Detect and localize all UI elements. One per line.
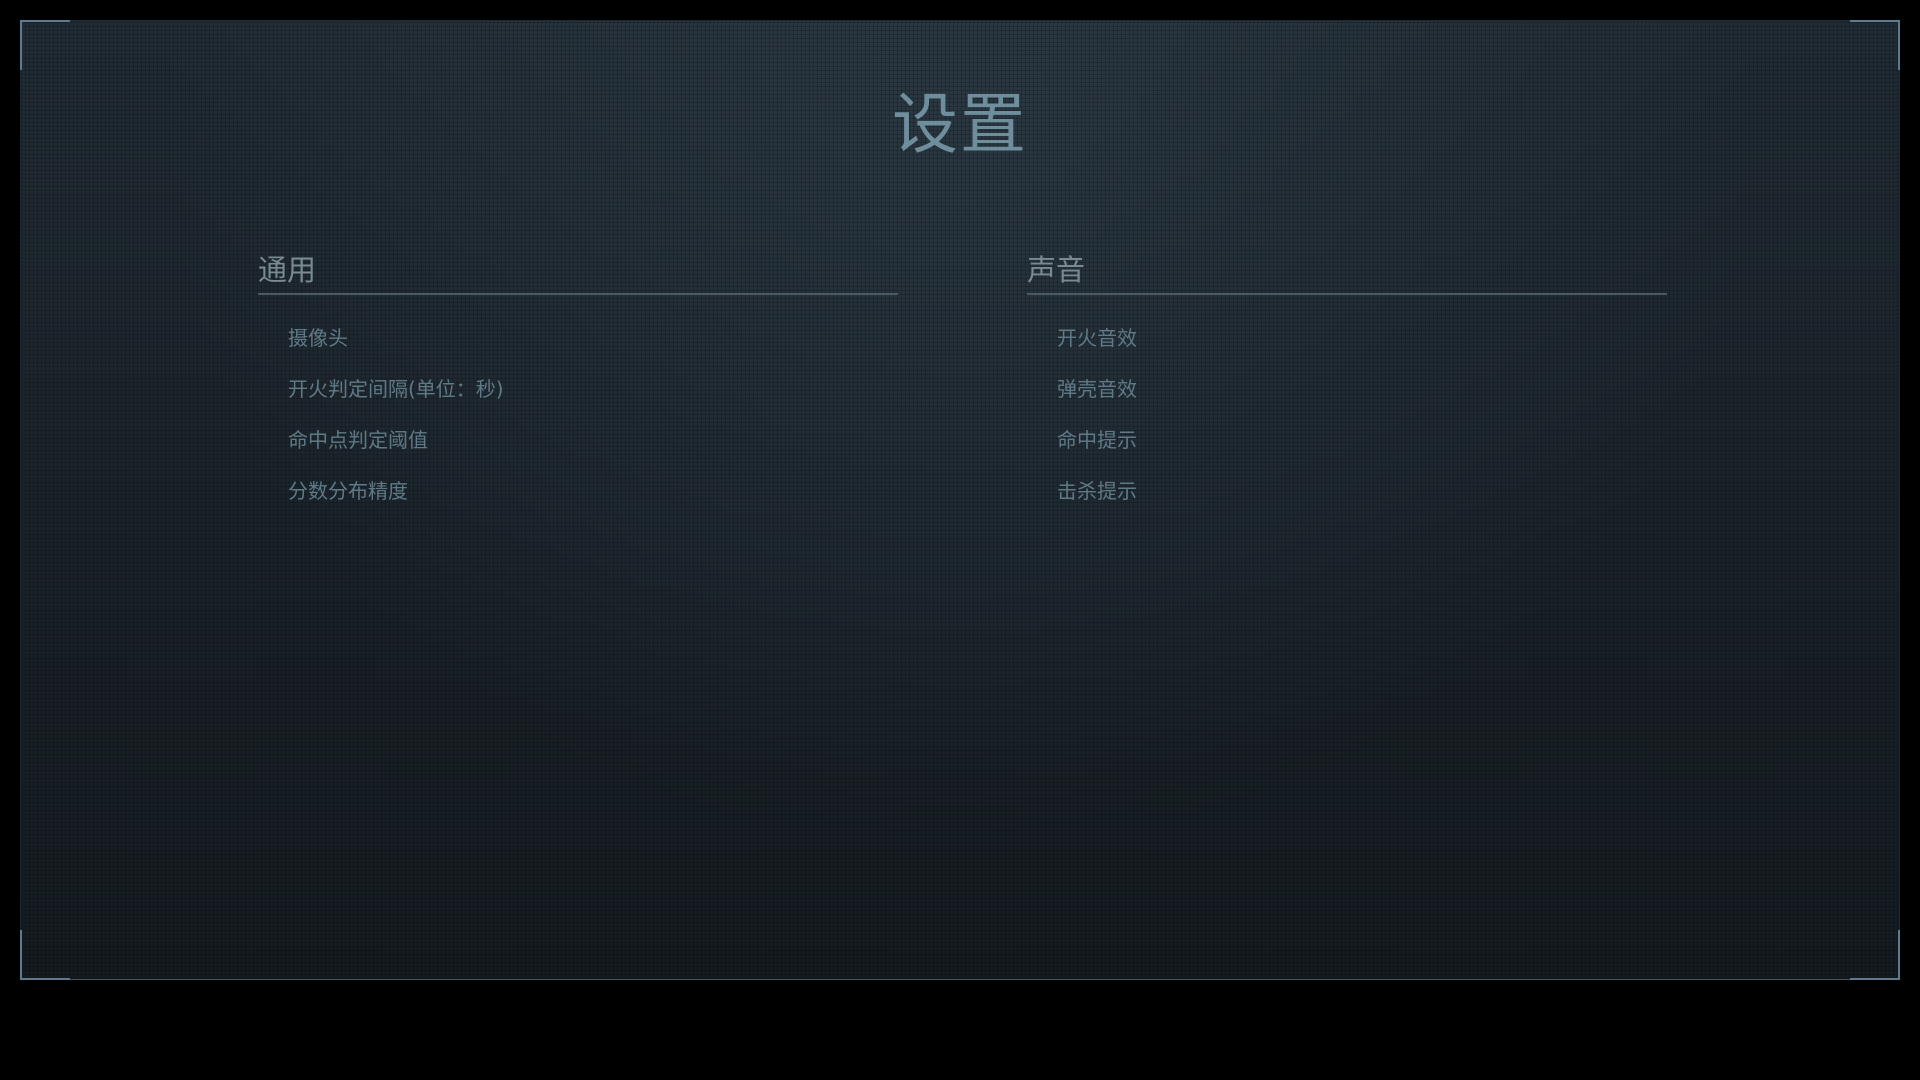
general-settings-list: 摄像头 开火判定间隔(单位：秒) 命中点判定阈值 分数分布精度 <box>258 313 898 517</box>
panel-bottom-border <box>21 979 1899 980</box>
section-general: 通用 摄像头 开火判定间隔(单位：秒) 命中点判定阈值 分数分布精度 <box>258 251 898 517</box>
setting-item-fire-interval[interactable]: 开火判定间隔(单位：秒) <box>288 364 898 415</box>
section-header-sound: 声音 <box>1027 251 1667 295</box>
corner-bracket-bottom-right <box>1850 930 1900 980</box>
setting-item-hit-threshold[interactable]: 命中点判定阈值 <box>288 415 898 466</box>
setting-item-shell-sound[interactable]: 弹壳音效 <box>1057 364 1667 415</box>
setting-item-kill-notification[interactable]: 击杀提示 <box>1057 466 1667 517</box>
setting-item-camera[interactable]: 摄像头 <box>288 313 898 364</box>
section-sound: 声音 开火音效 弹壳音效 命中提示 击杀提示 <box>1027 251 1667 517</box>
corner-bracket-top-left <box>20 20 70 70</box>
sound-settings-list: 开火音效 弹壳音效 命中提示 击杀提示 <box>1027 313 1667 517</box>
corner-bracket-top-right <box>1850 20 1900 70</box>
page-title: 设置 <box>892 86 1028 163</box>
settings-panel: 设置 通用 摄像头 开火判定间隔(单位：秒) 命中点判定阈值 分数分布精度 声音… <box>20 20 1900 980</box>
setting-item-hit-notification[interactable]: 命中提示 <box>1057 415 1667 466</box>
corner-bracket-bottom-left <box>20 930 70 980</box>
setting-item-fire-sound[interactable]: 开火音效 <box>1057 313 1667 364</box>
setting-item-score-precision[interactable]: 分数分布精度 <box>288 466 898 517</box>
section-header-general: 通用 <box>258 251 898 295</box>
